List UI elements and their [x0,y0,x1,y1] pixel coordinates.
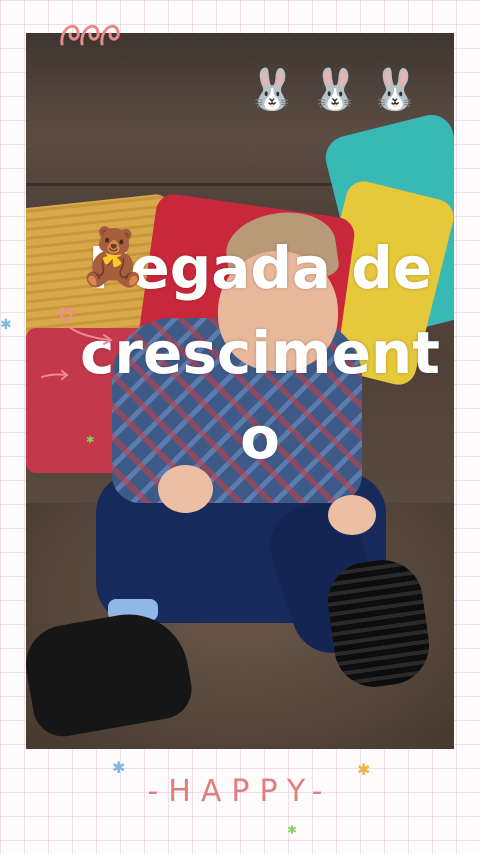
child-hand-right [328,495,376,535]
arrow-doodle-icon [41,370,69,380]
bunny-icon: 🐰 [310,67,360,113]
happy-footer-text: -HAPPY- [147,774,333,809]
star-icon: ✱ [287,823,298,837]
star-icon: ✱ [0,317,12,333]
teddy-bear-icon: 🧸 [78,225,148,290]
swirl-doodle-icon [60,24,120,46]
bunny-icon: 🐰 [247,67,297,113]
heart-doodle-icon [58,307,113,345]
bunny-icon: 🐰 [370,67,420,113]
star-icon: ✱ [86,435,95,446]
